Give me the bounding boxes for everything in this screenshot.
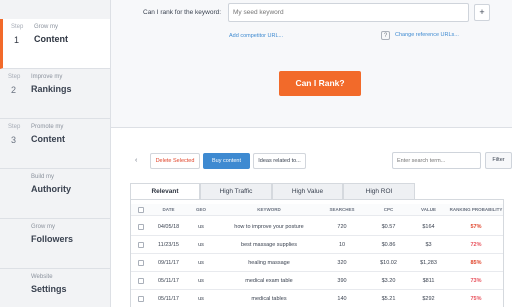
cell-keyword: healing massage bbox=[248, 259, 290, 266]
column-header-date[interactable]: DATE bbox=[151, 204, 186, 215]
cell-keyword: medical tables bbox=[251, 295, 287, 302]
table-row[interactable]: 11/23/15 us best massage supplies 10 $0.86 $3… bbox=[131, 236, 503, 254]
step-number: 1 bbox=[14, 35, 20, 45]
table-row[interactable]: 04/05/18 us how to improve your posture 720… bbox=[131, 218, 503, 236]
step-label: Step bbox=[8, 74, 21, 80]
cell-keyword: how to improve your posture bbox=[234, 223, 304, 230]
cell-geo: us bbox=[198, 259, 204, 266]
step-number: 2 bbox=[11, 85, 17, 95]
cell-ranking-probability: 75% bbox=[470, 295, 482, 302]
cell-geo: us bbox=[198, 295, 204, 302]
keyword-label: Can I rank for the keyword: bbox=[143, 9, 222, 16]
row-checkbox[interactable] bbox=[138, 223, 144, 230]
cell-value: $811 bbox=[422, 277, 435, 284]
cell-date: 05/11/17 bbox=[157, 277, 179, 284]
keyword-table: DATE GEO KEYWORD SEARCHES CPC VALUE RANK… bbox=[130, 199, 504, 307]
cell-cpc: $10.02 bbox=[380, 259, 397, 266]
cell-searches: 140 bbox=[337, 295, 347, 302]
tab-high-value[interactable]: High Value bbox=[272, 183, 343, 200]
sidebar-item-title: Followers bbox=[31, 234, 74, 244]
cell-ranking-probability: 57% bbox=[470, 223, 482, 230]
sidebar-item-website-settings[interactable]: Website Settings bbox=[0, 269, 110, 307]
table-header-row: DATE GEO KEYWORD SEARCHES CPC VALUE RANK… bbox=[131, 204, 503, 216]
tab-relevant[interactable]: Relevant bbox=[130, 183, 200, 200]
cell-geo: us bbox=[198, 223, 204, 230]
column-header-value[interactable]: VALUE bbox=[411, 204, 446, 215]
add-competitor-link[interactable]: Add competitor URL... bbox=[229, 33, 283, 39]
keyword-input[interactable] bbox=[228, 3, 469, 22]
cell-ranking-probability: 72% bbox=[470, 241, 482, 248]
column-header-searches[interactable]: SEARCHES bbox=[321, 204, 363, 215]
cell-keyword: best massage supplies bbox=[241, 241, 297, 248]
table-row[interactable]: 05/11/17 us medical exam table 390 $3.20 $811… bbox=[131, 272, 503, 290]
cell-searches: 720 bbox=[337, 223, 347, 230]
buy-content-button[interactable]: Buy content bbox=[203, 153, 250, 169]
column-header-geo[interactable]: GEO bbox=[191, 204, 211, 215]
column-header-keyword[interactable]: KEYWORD bbox=[219, 204, 319, 215]
sidebar-item-grow-followers[interactable]: Grow my Followers bbox=[0, 219, 110, 269]
sidebar-item-subtitle: Grow my bbox=[34, 24, 58, 30]
sidebar-item-title: Content bbox=[34, 34, 68, 44]
cell-cpc: $0.57 bbox=[381, 223, 396, 230]
ideas-related-button[interactable]: Ideas related to... bbox=[253, 153, 306, 169]
cell-date: 04/05/18 bbox=[157, 223, 180, 230]
sidebar-item-title: Authority bbox=[31, 184, 71, 194]
sidebar-item-title: Settings bbox=[31, 284, 67, 294]
row-checkbox[interactable] bbox=[138, 295, 144, 302]
cell-value: $164 bbox=[422, 223, 435, 230]
step-label: Step bbox=[11, 24, 24, 30]
column-header-ranking-probability[interactable]: RANKING PROBABILITY bbox=[449, 204, 503, 215]
filter-button[interactable]: Filter bbox=[485, 152, 512, 169]
sidebar-item-subtitle: Website bbox=[31, 274, 53, 280]
table-row[interactable]: 05/11/17 us medical tables 140 $5.21 $292 75% bbox=[131, 290, 503, 307]
sidebar-item-subtitle: Improve my bbox=[31, 74, 63, 80]
column-header-cpc[interactable]: CPC bbox=[371, 204, 406, 215]
row-checkbox[interactable] bbox=[138, 259, 144, 266]
tab-high-traffic[interactable]: High Traffic bbox=[200, 183, 272, 200]
step-label: Step bbox=[8, 124, 21, 130]
sidebar-item-grow-content[interactable]: Step 1 Grow my Content bbox=[0, 19, 110, 69]
tab-high-roi[interactable]: High ROI bbox=[343, 183, 415, 200]
sidebar-item-subtitle: Grow my bbox=[31, 224, 55, 230]
cell-date: 05/11/17 bbox=[157, 295, 179, 302]
add-keyword-button[interactable]: + bbox=[474, 4, 490, 21]
row-checkbox[interactable] bbox=[138, 241, 144, 248]
cell-date: 09/11/17 bbox=[157, 259, 179, 266]
cell-searches: 10 bbox=[338, 241, 346, 248]
cell-searches: 390 bbox=[337, 277, 347, 284]
help-icon[interactable]: ? bbox=[381, 31, 390, 40]
sidebar: Step 1 Grow my Content Step 2 Improve my… bbox=[0, 0, 111, 307]
cell-cpc: $5.21 bbox=[381, 295, 396, 302]
row-checkbox[interactable] bbox=[138, 277, 144, 284]
cell-keyword: medical exam table bbox=[245, 277, 293, 284]
select-all-checkbox[interactable] bbox=[138, 206, 144, 213]
cell-cpc: $3.20 bbox=[381, 277, 396, 284]
sidebar-item-improve-rankings[interactable]: Step 2 Improve my Rankings bbox=[0, 69, 110, 119]
search-input[interactable] bbox=[392, 152, 481, 169]
cell-ranking-probability: 85% bbox=[470, 259, 482, 266]
can-i-rank-button[interactable]: Can I Rank? bbox=[279, 71, 361, 96]
cell-cpc: $0.86 bbox=[381, 241, 396, 248]
change-reference-link[interactable]: Change reference URLs... bbox=[395, 32, 459, 38]
cell-date: 11/23/15 bbox=[157, 241, 179, 248]
step-number: 3 bbox=[11, 135, 17, 145]
sidebar-item-build-authority[interactable]: Build my Authority bbox=[0, 169, 110, 219]
delete-selected-button[interactable]: Delete Selected bbox=[150, 153, 200, 169]
chevron-left-icon[interactable]: ‹ bbox=[135, 157, 137, 164]
cell-value: $1,283 bbox=[420, 259, 437, 266]
table-row[interactable]: 09/11/17 us healing massage 320 $10.02 $1,283… bbox=[131, 254, 503, 272]
sidebar-item-title: Rankings bbox=[31, 84, 72, 94]
cell-ranking-probability: 73% bbox=[470, 277, 482, 284]
cell-value: $292 bbox=[422, 295, 435, 302]
cell-geo: us bbox=[198, 277, 204, 284]
sidebar-item-subtitle: Promote my bbox=[31, 124, 64, 130]
cell-value: $3 bbox=[425, 241, 432, 248]
sidebar-item-promote-content[interactable]: Step 3 Promote my Content bbox=[0, 119, 110, 169]
cell-searches: 320 bbox=[337, 259, 347, 266]
cell-geo: us bbox=[198, 241, 204, 248]
sidebar-item-subtitle: Build my bbox=[31, 174, 55, 180]
sidebar-item-title: Content bbox=[31, 134, 65, 144]
